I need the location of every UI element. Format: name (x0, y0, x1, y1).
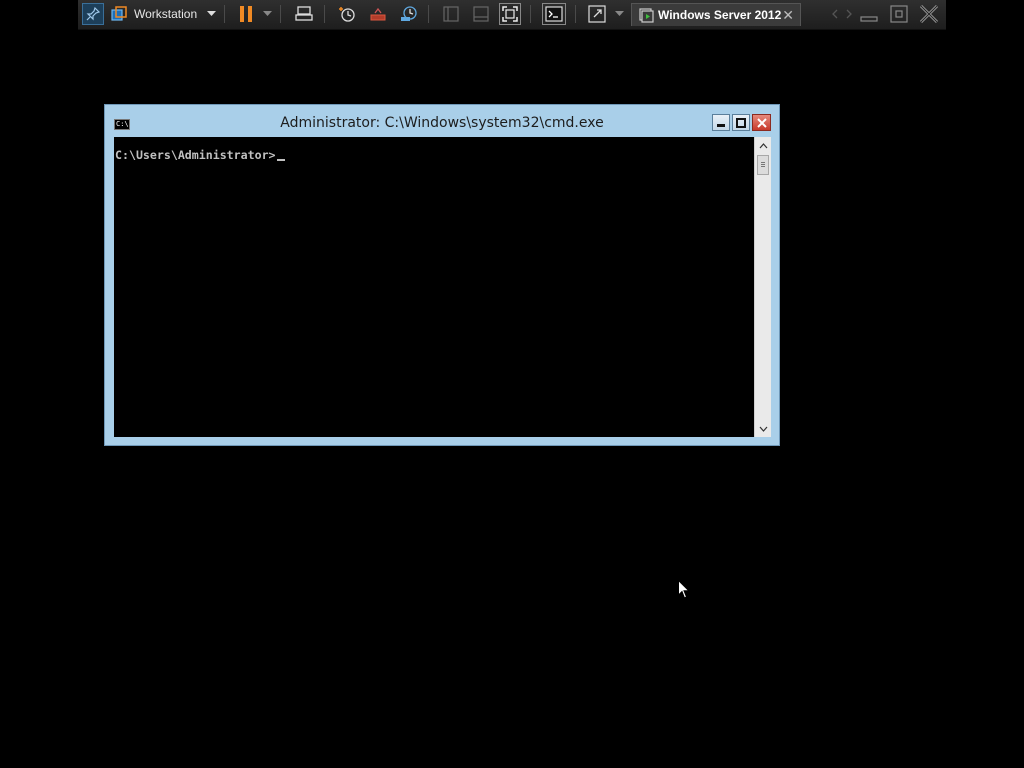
close-window-button[interactable] (918, 3, 940, 25)
console-icon (545, 6, 563, 22)
restore-icon (890, 5, 908, 23)
workstation-dropdown-button[interactable] (204, 3, 218, 25)
vm-tab-label: Windows Server 2012 (658, 8, 782, 22)
thumbnail-bar-icon (473, 6, 489, 22)
vm-running-icon (639, 8, 654, 23)
scroll-down-button[interactable] (755, 420, 771, 437)
pause-button[interactable] (236, 3, 256, 25)
cmd-maximize-button[interactable] (732, 114, 750, 131)
toolbar-divider (530, 5, 531, 23)
fullscreen-icon (502, 6, 518, 22)
toolbar-divider (575, 5, 576, 23)
toolbar-divider (324, 5, 325, 23)
snapshot-manager-icon (401, 6, 417, 21)
toolbar-divider (224, 5, 225, 23)
scroll-up-button[interactable] (755, 137, 771, 154)
next-tab-button[interactable] (840, 3, 858, 25)
scrollbar-grip (761, 164, 765, 165)
chevron-down-icon (206, 11, 216, 16)
library-panel-icon (443, 6, 459, 22)
chevron-down-icon (759, 426, 767, 432)
maximize-icon (736, 117, 746, 128)
cmd-window-title: Administrator: C:\Windows\system32\cmd.e… (280, 115, 604, 131)
scrollbar-grip (761, 166, 765, 167)
cmd-titlebar[interactable]: C:\ Administrator: C:\Windows\system32\c… (105, 105, 779, 137)
send-keys-icon (295, 6, 313, 21)
view-dropdown-button[interactable] (612, 3, 626, 25)
chevron-left-icon (832, 9, 838, 19)
workstation-menu[interactable]: Workstation (134, 3, 197, 25)
send-ctrl-alt-del-button[interactable] (293, 3, 315, 25)
scrollbar-thumb[interactable] (757, 155, 769, 175)
close-icon (919, 4, 939, 24)
restore-window-button[interactable] (888, 3, 910, 25)
pause-icon (240, 6, 252, 22)
take-snapshot-button[interactable] (336, 3, 358, 25)
revert-snapshot-icon (370, 7, 386, 21)
cmd-console-area[interactable]: C:\Users\Administrator> (114, 137, 754, 437)
unity-button[interactable] (586, 3, 608, 25)
full-screen-button[interactable] (499, 3, 521, 25)
revert-snapshot-button[interactable] (367, 3, 389, 25)
vmware-toolbar: Workstation Windows Server 2012 ✕ (78, 0, 946, 30)
cmd-prompt-line: C:\Users\Administrator> (115, 148, 285, 162)
minimize-icon (860, 16, 878, 22)
chevron-down-icon (614, 11, 624, 16)
chevron-right-icon (846, 9, 852, 19)
chevron-down-icon (262, 11, 272, 16)
show-thumbnail-bar-button[interactable] (470, 3, 492, 25)
power-dropdown-button[interactable] (260, 3, 274, 25)
show-library-panel-button[interactable] (440, 3, 462, 25)
snapshot-icon (339, 7, 355, 22)
vm-tab-windows-server-2012[interactable]: Windows Server 2012 ✕ (631, 3, 801, 26)
minimize-window-button[interactable] (858, 3, 880, 25)
snapshot-manager-button[interactable] (398, 3, 420, 25)
toolbar-divider (280, 5, 281, 23)
cmd-vertical-scrollbar[interactable] (754, 137, 771, 437)
console-view-button[interactable] (542, 3, 566, 25)
cmd-minimize-button[interactable] (712, 114, 730, 131)
cmd-window[interactable]: C:\ Administrator: C:\Windows\system32\c… (104, 104, 780, 446)
cmd-close-button[interactable] (752, 114, 771, 131)
pin-toolbar-button[interactable] (82, 3, 104, 25)
mouse-pointer-icon (678, 580, 690, 599)
library-button[interactable] (108, 3, 130, 25)
unity-icon (588, 5, 606, 23)
library-icon (111, 6, 127, 21)
toolbar-divider (428, 5, 429, 23)
close-tab-icon[interactable]: ✕ (782, 8, 794, 22)
pin-icon (86, 7, 100, 21)
chevron-up-icon (759, 142, 767, 148)
minimize-icon (717, 123, 725, 127)
scrollbar-grip (761, 162, 765, 163)
close-icon (756, 117, 767, 128)
cmd-prompt-text: C:\Users\Administrator> (115, 148, 276, 162)
text-cursor (276, 159, 285, 161)
